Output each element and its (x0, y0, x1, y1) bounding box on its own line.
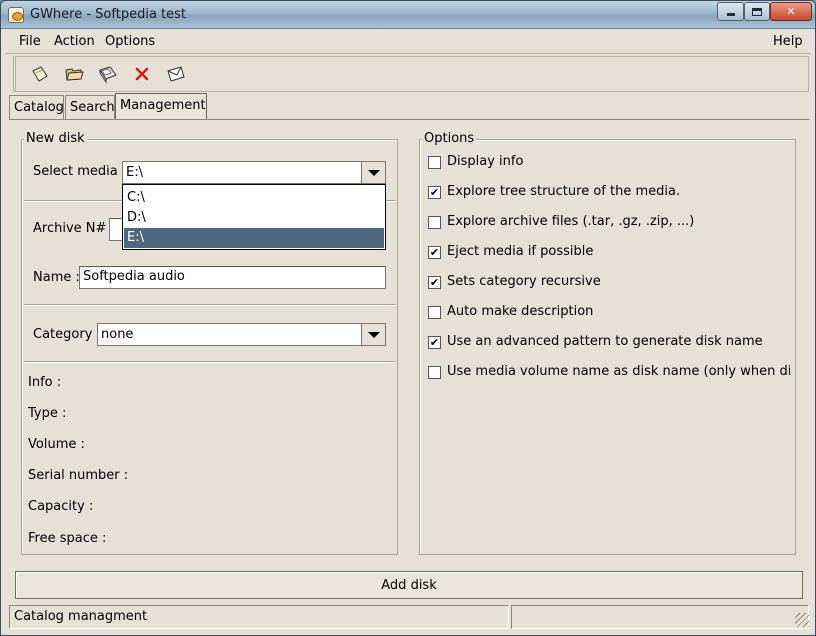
media-option-e[interactable]: E:\ (124, 228, 384, 248)
media-option-c[interactable]: C:\ (124, 188, 384, 208)
save-disk-icon (99, 66, 117, 84)
chevron-down-icon (367, 169, 380, 176)
delete-button[interactable] (130, 62, 154, 86)
name-label: Name : (33, 270, 80, 285)
menu-action[interactable]: Action (54, 34, 95, 49)
archive-label: Archive N# : (33, 221, 115, 236)
volume-label: Volume : (28, 437, 85, 452)
checkbox[interactable]: ✔ (428, 276, 441, 289)
delete-x-icon (135, 67, 149, 81)
app-icon (8, 7, 24, 23)
select-media-value: E:\ (126, 165, 143, 180)
send-mail-button[interactable] (164, 62, 188, 86)
menu-options[interactable]: Options (105, 34, 155, 49)
option-label: Sets category recursive (447, 274, 601, 289)
checkbox[interactable]: ✔ (428, 336, 441, 349)
checkbox[interactable]: ✔ (428, 246, 441, 259)
menu-file[interactable]: File (19, 34, 41, 49)
select-media-combo[interactable]: E:\ (122, 161, 386, 184)
select-media-dropdown-button[interactable] (361, 162, 385, 183)
new-disk-legend: New disk (24, 131, 87, 146)
toolbar (13, 56, 809, 92)
tab-management[interactable]: Management (115, 93, 207, 119)
option-label: Use media volume name as disk name (only… (447, 364, 790, 379)
serial-number-label: Serial number : (28, 468, 129, 483)
free-space-label: Free space : (28, 531, 107, 546)
type-label: Type : (28, 406, 67, 421)
checkbox[interactable] (428, 156, 441, 169)
divider (24, 304, 395, 306)
minimize-button[interactable] (717, 2, 744, 21)
status-bar: Catalog managment (9, 605, 811, 629)
media-option-d[interactable]: D:\ (124, 208, 384, 228)
window-title: GWhere - Softpedia test (30, 7, 187, 22)
divider (24, 361, 395, 363)
option-label: Auto make description (447, 304, 594, 319)
envelope-icon (167, 66, 185, 82)
title-bar[interactable]: GWhere - Softpedia test ✕ (1, 1, 815, 29)
media-dropdown-list: C:\ D:\ E:\ (122, 184, 386, 250)
tab-catalog[interactable]: Catalog (9, 95, 64, 119)
menu-help[interactable]: Help (773, 34, 803, 49)
select-media-label: Select media : (33, 164, 127, 179)
save-catalog-button[interactable] (96, 62, 120, 86)
status-text: Catalog managment (9, 605, 509, 629)
app-window: GWhere - Softpedia test ✕ File Action Op… (0, 0, 816, 636)
checkbox[interactable] (428, 216, 441, 229)
option-label: Use an advanced pattern to generate disk… (447, 334, 763, 349)
category-value: none (101, 327, 134, 342)
add-disk-button[interactable]: Add disk (15, 571, 803, 599)
minimize-icon (726, 13, 735, 16)
capacity-label: Capacity : (28, 499, 94, 514)
options-legend: Options (422, 131, 477, 146)
close-icon: ✕ (786, 5, 796, 18)
category-label: Category : (33, 327, 101, 342)
close-button[interactable]: ✕ (770, 2, 812, 21)
menu-bar: File Action Options Help (5, 30, 811, 54)
option-volume-name[interactable]: Use media volume name as disk name (only… (428, 364, 790, 384)
new-catalog-icon (32, 66, 48, 82)
maximize-button[interactable] (744, 2, 770, 21)
maximize-icon (752, 7, 762, 16)
option-label: Explore tree structure of the media. (447, 184, 681, 199)
open-folder-icon (65, 68, 84, 81)
checkbox[interactable] (428, 366, 441, 379)
option-label: Eject media if possible (447, 244, 594, 259)
status-cell-secondary (511, 605, 809, 629)
option-label: Display info (447, 154, 524, 169)
disk-name-input[interactable]: Softpedia audio (79, 266, 386, 289)
category-dropdown-button[interactable] (361, 324, 385, 345)
info-label: Info : (28, 375, 62, 390)
chevron-down-icon (367, 331, 380, 338)
checkbox[interactable]: ✔ (428, 186, 441, 199)
new-catalog-button[interactable] (28, 62, 52, 86)
category-combo[interactable]: none (97, 323, 386, 346)
option-label: Explore archive files (.tar, .gz, .zip, … (447, 214, 695, 229)
open-catalog-button[interactable] (62, 62, 86, 86)
checkbox[interactable] (428, 306, 441, 319)
resize-grip-icon[interactable] (795, 613, 809, 627)
tab-search[interactable]: Search (65, 95, 115, 119)
